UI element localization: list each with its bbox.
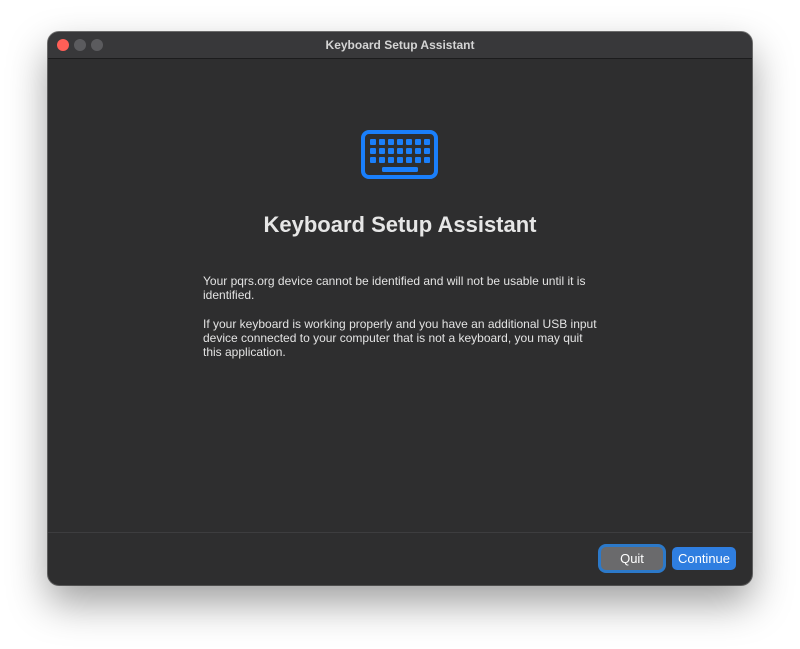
window-title: Keyboard Setup Assistant bbox=[325, 38, 475, 52]
footer-divider bbox=[48, 532, 752, 533]
description-paragraph-2: If your keyboard is working properly and… bbox=[203, 317, 597, 359]
title-bar[interactable]: Keyboard Setup Assistant bbox=[48, 32, 752, 59]
app-window: Keyboard Setup Assistant Keyboard Setup … bbox=[48, 32, 752, 585]
page-heading: Keyboard Setup Assistant bbox=[263, 212, 537, 237]
description-paragraph-1: Your pqrs.org device cannot be identifie… bbox=[203, 274, 586, 302]
continue-button[interactable]: Continue bbox=[672, 547, 736, 570]
keyboard-icon bbox=[361, 130, 438, 179]
quit-button[interactable]: Quit bbox=[601, 547, 663, 570]
